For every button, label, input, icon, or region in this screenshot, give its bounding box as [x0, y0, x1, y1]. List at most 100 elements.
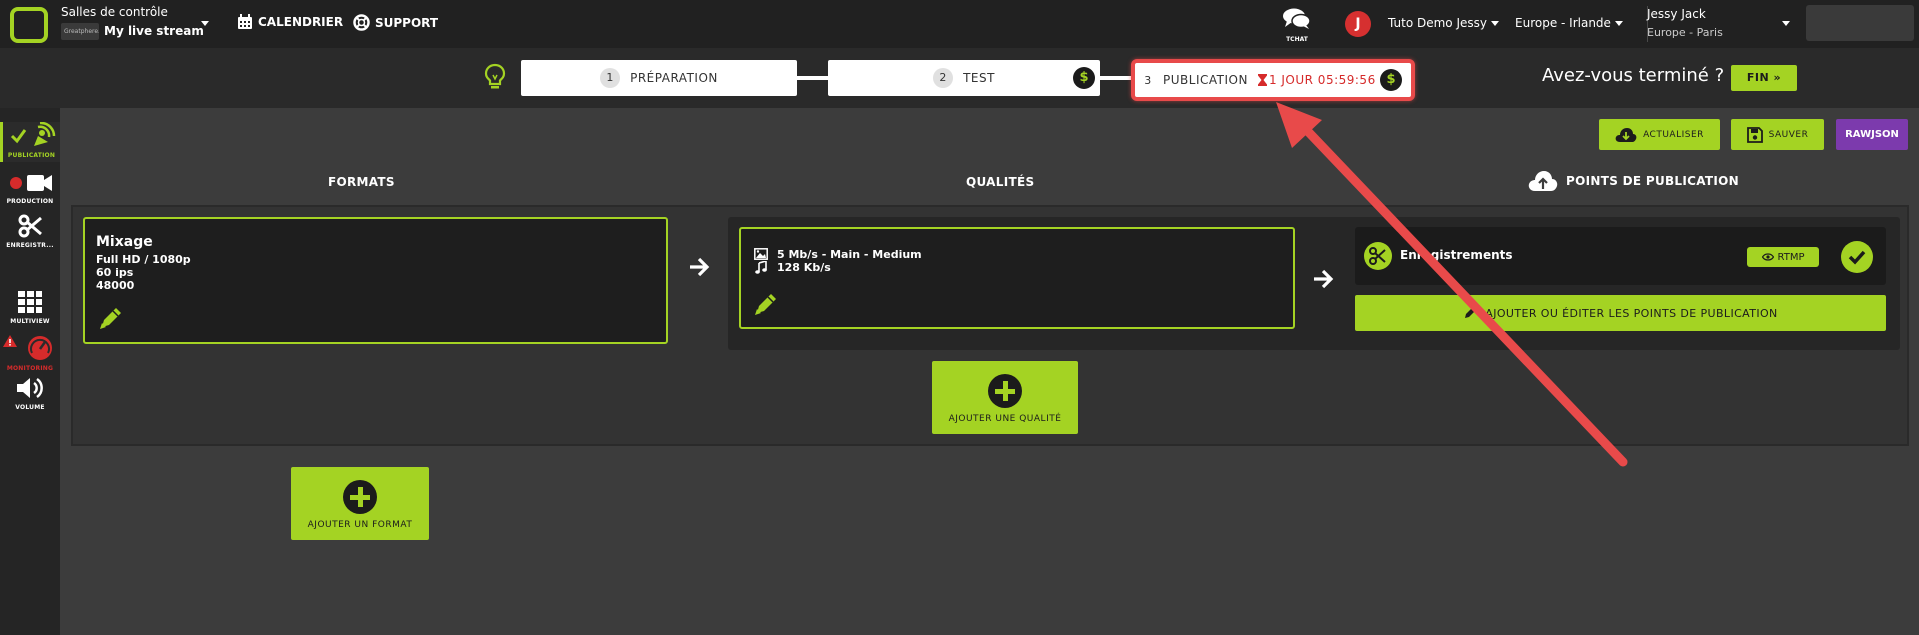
format-fps: 60 ips	[96, 266, 134, 279]
save-button[interactable]: SAUVER	[1731, 119, 1824, 150]
chat-bubbles-icon	[1283, 8, 1311, 29]
add-quality-label: AJOUTER UNE QUALITÉ	[948, 414, 1062, 424]
add-edit-publication-points-button[interactable]: AJOUTER OU ÉDITER LES POINTS DE PUBLICAT…	[1355, 295, 1886, 331]
lightbulb-icon[interactable]	[484, 63, 506, 91]
account-selector[interactable]: Tuto Demo Jessy	[1388, 16, 1487, 30]
step-number: 2	[933, 68, 954, 88]
scissors-icon	[1364, 242, 1392, 270]
double-chevron-right-icon: »	[1773, 71, 1782, 84]
refresh-label: ACTUALISER	[1643, 129, 1704, 140]
protocol-badge[interactable]: RTMP	[1747, 247, 1819, 267]
step-number: 3	[1144, 73, 1152, 87]
calendar-label: CALENDRIER	[258, 15, 344, 29]
format-card[interactable]: Mixage Full HD / 1080p 60 ips 48000	[83, 217, 668, 344]
floppy-disk-icon	[1746, 126, 1763, 143]
format-audio-rate: 48000	[96, 279, 135, 292]
video-camera-icon	[10, 175, 52, 191]
support-label: SUPPORT	[375, 15, 439, 30]
chevron-down-icon[interactable]	[1491, 21, 1499, 26]
sidebar-item-enregistrement[interactable]: ENREGISTR...	[0, 214, 60, 249]
music-note-icon	[755, 261, 767, 274]
sidebar-item-monitoring[interactable]: MONITORING	[0, 333, 60, 372]
format-resolution: Full HD / 1080p	[96, 253, 191, 266]
tchat-button[interactable]: TCHAT	[1280, 8, 1314, 43]
user-timezone: Europe - Paris	[1647, 26, 1723, 39]
protocol-label: RTMP	[1777, 251, 1805, 263]
check-icon[interactable]	[1841, 241, 1873, 273]
step-connector	[1099, 76, 1133, 80]
plus-icon	[988, 374, 1022, 408]
arrow-right-icon	[690, 257, 710, 277]
save-label: SAUVER	[1768, 129, 1809, 140]
fin-button[interactable]: FIN »	[1731, 65, 1797, 91]
add-quality-button[interactable]: AJOUTER UNE QUALITÉ	[932, 361, 1078, 434]
step-label: PUBLICATION	[1163, 73, 1248, 87]
stream-selector[interactable]: My live stream	[104, 24, 204, 38]
redacted-area	[1806, 5, 1914, 41]
refresh-button[interactable]: ACTUALISER	[1599, 119, 1720, 150]
quality-audio: 128 Kb/s	[777, 261, 831, 274]
sidebar-item-volume[interactable]: VOLUME	[0, 376, 60, 411]
step-publication[interactable]: 3 PUBLICATION 1 JOUR 05:59:56 $	[1131, 59, 1415, 101]
formats-heading: FORMATS	[328, 175, 395, 189]
volume-icon	[17, 377, 43, 399]
step-test[interactable]: 2 TEST	[828, 60, 1100, 96]
fin-label: FIN	[1746, 71, 1770, 84]
scissors-icon	[18, 214, 42, 238]
app-logo[interactable]	[10, 7, 48, 43]
step-label: PRÉPARATION	[630, 71, 718, 85]
support-link[interactable]: SUPPORT	[353, 14, 438, 31]
sidebar-item-multiview[interactable]: MULTIVIEW	[0, 290, 60, 325]
stream-logo-badge: Greatphere.tv	[61, 23, 99, 40]
paid-dollar-icon: $	[1073, 67, 1095, 89]
add-format-button[interactable]: AJOUTER UN FORMAT	[291, 467, 429, 540]
publication-point-name: Enregistrements	[1400, 248, 1513, 262]
publication-point-card[interactable]: Enregistrements RTMP	[1355, 227, 1886, 285]
chevron-down-icon[interactable]	[201, 21, 209, 26]
warning-gauge-icon	[3, 335, 52, 360]
sidebar-label: ENREGISTR...	[6, 242, 54, 249]
step-preparation[interactable]: 1 PRÉPARATION	[521, 60, 797, 96]
calendar-link[interactable]: CALENDRIER	[237, 14, 343, 30]
sidebar-label: VOLUME	[15, 404, 45, 411]
step-number: 1	[600, 68, 621, 88]
broadcast-satellite-icon	[10, 121, 55, 146]
hourglass-icon	[1257, 74, 1267, 86]
pencil-icon	[1465, 307, 1477, 318]
chevron-down-icon[interactable]	[1782, 21, 1790, 26]
region-selector[interactable]: Europe - Irlande	[1515, 16, 1611, 30]
sidebar-item-publication[interactable]: PUBLICATION	[0, 121, 60, 162]
cloud-download-icon	[1615, 127, 1637, 142]
control-rooms-label: Salles de contrôle	[61, 5, 168, 19]
sidebar-label: MONITORING	[6, 365, 54, 372]
quality-video: 5 Mb/s - Main - Medium	[777, 248, 922, 261]
sidebar-label: PRODUCTION	[6, 198, 54, 205]
step-connector	[796, 76, 828, 80]
top-bar: Salles de contrôle Greatphere.tv My live…	[0, 0, 1919, 48]
qualities-heading: QUALITÉS	[966, 175, 1035, 189]
sidebar-label: MULTIVIEW	[10, 318, 50, 325]
eye-icon	[1761, 253, 1774, 261]
sidebar-label: PUBLICATION	[7, 152, 56, 159]
lifebuoy-icon	[353, 14, 370, 31]
plus-icon	[343, 480, 377, 514]
step-label: TEST	[963, 71, 995, 85]
arrow-right-icon	[1314, 269, 1334, 289]
grid-icon	[18, 291, 42, 313]
pencil-icon[interactable]	[753, 291, 779, 317]
avatar[interactable]: J	[1345, 11, 1371, 37]
user-name[interactable]: Jessy Jack	[1647, 7, 1706, 21]
sidebar-item-production[interactable]: PRODUCTION	[0, 172, 60, 205]
calendar-icon	[238, 14, 252, 29]
remaining-time: 1 JOUR 05:59:56	[1257, 73, 1376, 87]
quality-card[interactable]: 5 Mb/s - Main - Medium 128 Kb/s	[739, 227, 1295, 329]
publication-points-heading: POINTS DE PUBLICATION	[1528, 170, 1739, 192]
chevron-down-icon[interactable]	[1615, 21, 1623, 26]
image-icon	[754, 248, 768, 260]
add-format-label: AJOUTER UN FORMAT	[307, 520, 413, 530]
pencil-icon[interactable]	[98, 305, 124, 331]
publication-points-label: POINTS DE PUBLICATION	[1566, 174, 1739, 188]
timer-text: 1 JOUR 05:59:56	[1268, 73, 1376, 87]
sidebar: PUBLICATION PRODUCTION ENREGISTR... MULT…	[0, 108, 60, 635]
rawjson-button[interactable]: RAWJSON	[1836, 119, 1908, 150]
